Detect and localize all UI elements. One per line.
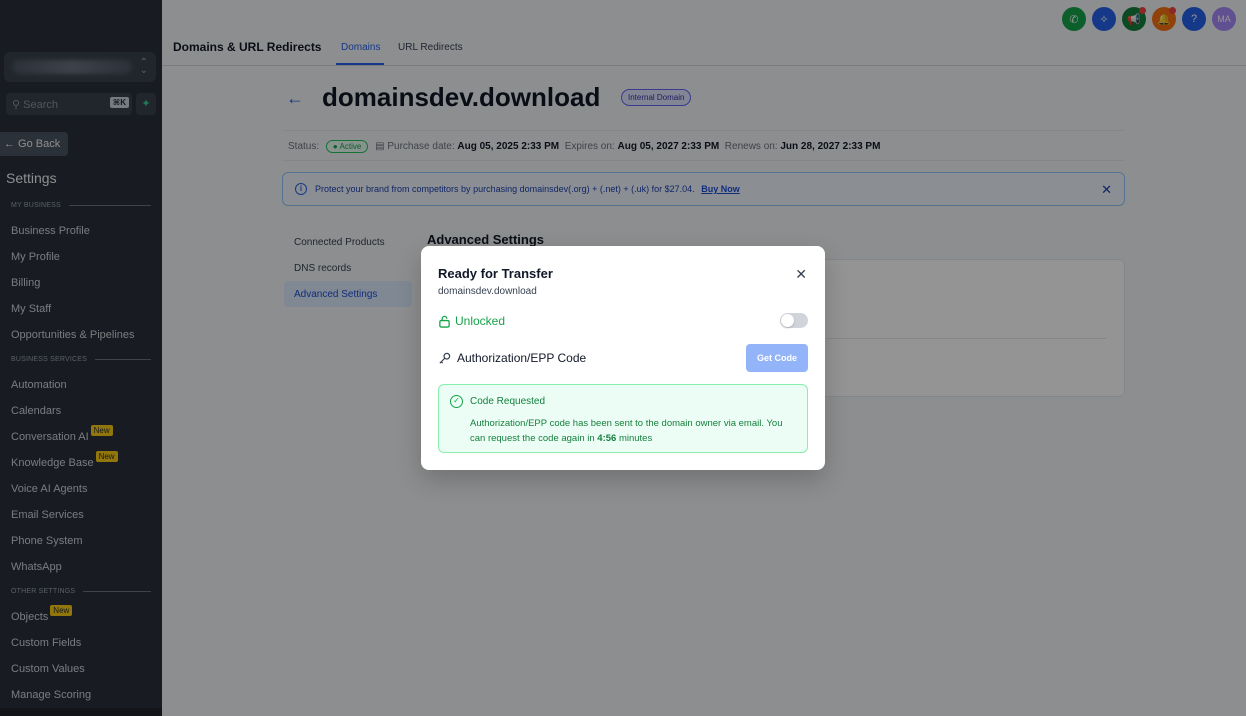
modal-subtitle: domainsdev.download [438, 286, 537, 297]
code-requested-title: Code Requested [470, 396, 546, 407]
modal-title: Ready for Transfer [438, 266, 553, 281]
check-circle-icon: ✓ [450, 395, 463, 408]
key-icon [439, 352, 451, 364]
unlock-icon [439, 315, 450, 328]
transfer-modal: Ready for Transfer domainsdev.download ✕… [421, 246, 825, 470]
lock-status: Unlocked [438, 314, 505, 328]
auth-code-label: Authorization/EPP Code [457, 351, 587, 365]
lock-toggle[interactable] [780, 313, 808, 328]
code-timer: 4:56 [597, 433, 617, 444]
code-requested-alert: ✓ Code Requested Authorization/EPP code … [438, 384, 808, 453]
auth-code-row: Authorization/EPP Code [438, 351, 586, 365]
code-requested-text: Authorization/EPP code has been sent to … [470, 418, 783, 444]
close-icon[interactable]: ✕ [795, 266, 807, 283]
unlocked-label: Unlocked [455, 314, 506, 328]
toggle-knob [781, 314, 794, 327]
get-code-button[interactable]: Get Code [746, 344, 808, 372]
